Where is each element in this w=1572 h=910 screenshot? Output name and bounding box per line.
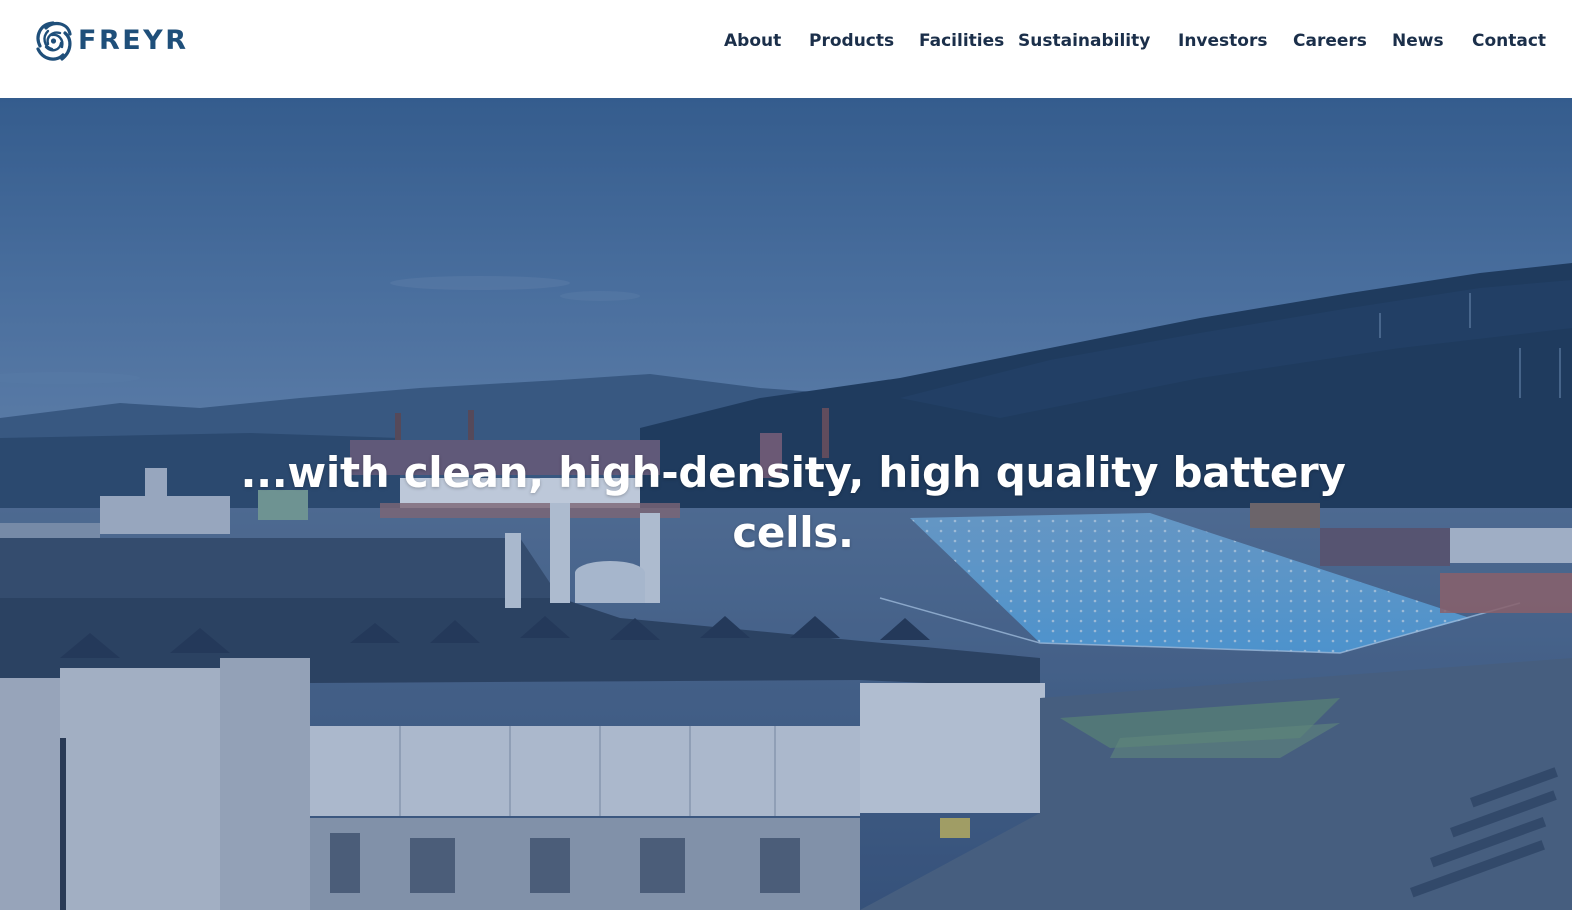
hero-heading: ...with clean, high-density, high qualit… bbox=[240, 448, 1346, 557]
nav-facilities[interactable]: Facilities bbox=[919, 28, 1004, 54]
nav-careers[interactable]: Careers bbox=[1293, 28, 1367, 54]
freyr-logo[interactable]: FREYR bbox=[32, 19, 189, 63]
nav-news[interactable]: News bbox=[1392, 28, 1444, 54]
nav-contact[interactable]: Contact bbox=[1472, 28, 1546, 54]
site-header: FREYR About Products Facilities Sustaina… bbox=[0, 0, 1572, 98]
brand-name: FREYR bbox=[78, 25, 189, 56]
nav-about[interactable]: About bbox=[724, 28, 781, 54]
swirl-logo-icon bbox=[36, 21, 72, 61]
hero-section: ...with clean, high-density, high qualit… bbox=[0, 98, 1572, 910]
nav-investors[interactable]: Investors bbox=[1178, 28, 1267, 54]
main-navigation: About Products Facilities Sustainability… bbox=[672, 28, 1572, 54]
nav-products[interactable]: Products bbox=[809, 28, 894, 54]
nav-sustainability[interactable]: Sustainability bbox=[1018, 28, 1150, 54]
